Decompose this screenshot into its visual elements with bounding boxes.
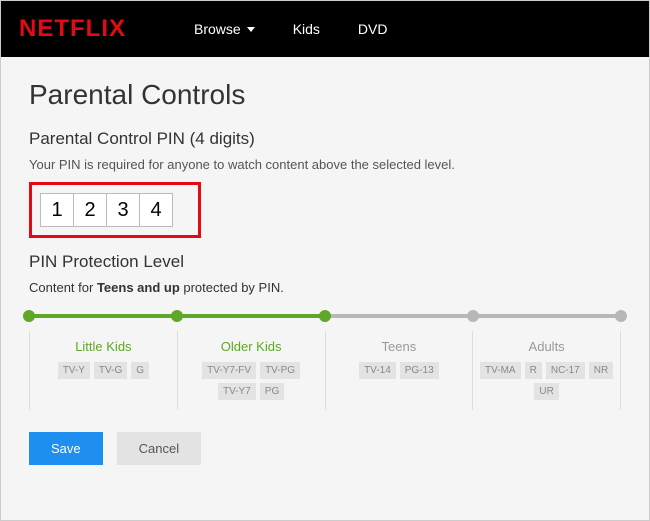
rating-tags: TV-MARNC-17NR UR <box>479 362 614 400</box>
rating-tags: TV-YTV-GG <box>36 362 171 379</box>
rating-tags: TV-14PG-13 <box>332 362 467 379</box>
slider-stop-1[interactable] <box>171 310 183 322</box>
top-bar: NETFLIX Browse Kids DVD <box>1 1 649 57</box>
nav: Browse Kids DVD <box>194 21 387 37</box>
slider-stop-2[interactable] <box>319 310 331 322</box>
level-col-little-kids[interactable]: Little Kids TV-YTV-GG <box>30 331 178 410</box>
rating-tag: TV-PG <box>260 362 300 379</box>
nav-dvd[interactable]: DVD <box>358 21 388 37</box>
cancel-button[interactable]: Cancel <box>117 432 201 465</box>
rating-tag: TV-Y <box>58 362 90 379</box>
nav-browse[interactable]: Browse <box>194 21 255 37</box>
rating-tag: PG <box>260 383 284 400</box>
level-columns: Little KidsTV-YTV-GGOlder KidsTV-Y7-FVTV… <box>29 331 621 410</box>
pin-digit-3[interactable]: 3 <box>106 193 140 227</box>
nav-kids[interactable]: Kids <box>293 21 320 37</box>
nav-browse-label: Browse <box>194 21 241 37</box>
pin-input-group: 1 2 3 4 <box>40 193 172 227</box>
level-title: Older Kids <box>184 339 319 354</box>
rating-tag: NC-17 <box>546 362 585 379</box>
pin-digit-2[interactable]: 2 <box>73 193 107 227</box>
level-title: Teens <box>332 339 467 354</box>
level-col-teens[interactable]: Teens TV-14PG-13 <box>326 331 474 410</box>
rating-tag: NR <box>589 362 613 379</box>
rating-tag: R <box>525 362 542 379</box>
level-col-older-kids[interactable]: Older Kids TV-Y7-FVTV-PGTV-Y7PG <box>178 331 326 410</box>
rating-tag: TV-Y7-FV <box>202 362 256 379</box>
pin-digit-4[interactable]: 4 <box>139 193 173 227</box>
level-col-adults[interactable]: Adults TV-MARNC-17NR UR <box>473 331 621 410</box>
pin-subtext: Your PIN is required for anyone to watch… <box>29 157 621 172</box>
slider-stop-0[interactable] <box>23 310 35 322</box>
rating-tag: TV-14 <box>359 362 396 379</box>
caret-down-icon <box>247 27 255 32</box>
rating-tag: UR <box>534 383 558 400</box>
rating-tags: TV-Y7-FVTV-PGTV-Y7PG <box>184 362 319 400</box>
level-title: Adults <box>479 339 614 354</box>
save-button[interactable]: Save <box>29 432 103 465</box>
slider-stop-4[interactable] <box>615 310 627 322</box>
rating-tag: G <box>131 362 149 379</box>
pin-digit-1[interactable]: 1 <box>40 193 74 227</box>
level-title: Little Kids <box>36 339 171 354</box>
rating-tag: PG-13 <box>400 362 439 379</box>
action-row: Save Cancel <box>29 432 621 465</box>
level-desc-prefix: Content for <box>29 280 97 295</box>
netflix-logo: NETFLIX <box>19 15 126 43</box>
level-desc-suffix: protected by PIN. <box>180 280 284 295</box>
rating-tag: TV-Y7 <box>218 383 256 400</box>
rating-tag: TV-G <box>94 362 127 379</box>
pin-heading: Parental Control PIN (4 digits) <box>29 129 621 149</box>
page-content: Parental Controls Parental Control PIN (… <box>1 57 649 520</box>
page-title: Parental Controls <box>29 79 621 111</box>
level-heading: PIN Protection Level <box>29 252 621 272</box>
slider-stop-3[interactable] <box>467 310 479 322</box>
protection-slider[interactable] <box>29 309 621 323</box>
level-desc-bold: Teens and up <box>97 280 180 295</box>
rating-tag: TV-MA <box>480 362 521 379</box>
level-description: Content for Teens and up protected by PI… <box>29 280 621 295</box>
pin-highlight-box: 1 2 3 4 <box>29 182 201 238</box>
